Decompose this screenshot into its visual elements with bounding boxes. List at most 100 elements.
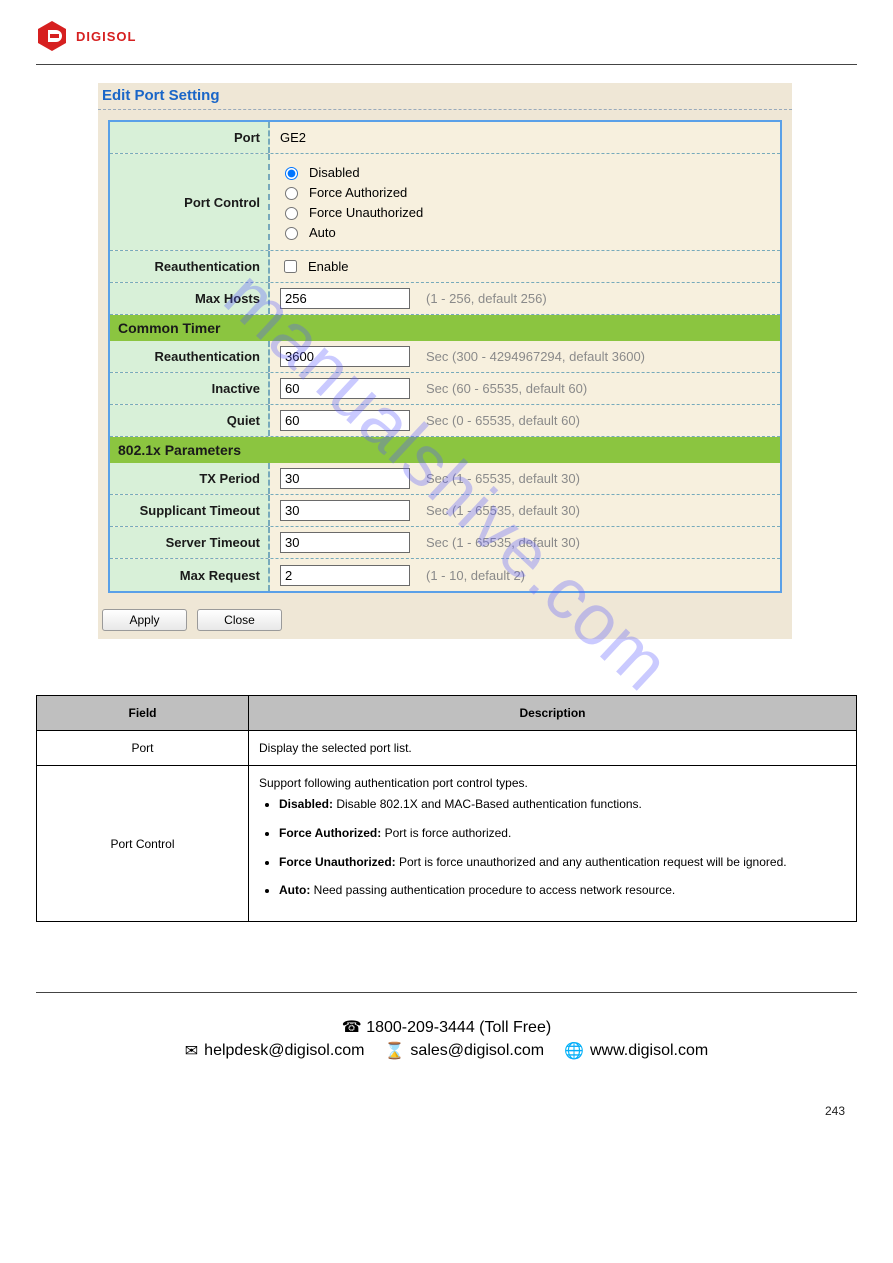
row-ct-reauth: Reauthentication Sec (300 - 4294967294, … bbox=[110, 341, 780, 373]
hint-ct-inactive: Sec (60 - 65535, default 60) bbox=[418, 381, 587, 396]
input-tx-period[interactable] bbox=[280, 468, 410, 489]
apply-button[interactable]: Apply bbox=[102, 609, 187, 631]
row-ct-inactive: Inactive Sec (60 - 65535, default 60) bbox=[110, 373, 780, 405]
radio-force-unauth-label: Force Unauthorized bbox=[309, 205, 423, 220]
row-port: Port GE2 bbox=[110, 122, 780, 154]
logo-hexagon-icon bbox=[36, 20, 68, 52]
header-divider bbox=[36, 64, 857, 65]
input-server-timeout[interactable] bbox=[280, 532, 410, 553]
brand-text: DIGISOL bbox=[76, 29, 136, 44]
label-port: Port bbox=[110, 122, 270, 153]
row-ct-quiet: Quiet Sec (0 - 65535, default 60) bbox=[110, 405, 780, 437]
label-ct-quiet: Quiet bbox=[110, 405, 270, 436]
checkbox-reauth-label: Enable bbox=[308, 259, 348, 274]
port-control-intro: Support following authentication port co… bbox=[259, 776, 528, 790]
row-supp-timeout: Supplicant Timeout Sec (1 - 65535, defau… bbox=[110, 495, 780, 527]
label-max-hosts: Max Hosts bbox=[110, 283, 270, 314]
description-table: Field Description Port Display the selec… bbox=[36, 695, 857, 922]
radio-disabled[interactable]: Disabled bbox=[280, 164, 423, 180]
page-number: 243 bbox=[825, 1104, 845, 1118]
label-reauthentication: Reauthentication bbox=[110, 251, 270, 282]
hint-server-timeout: Sec (1 - 65535, default 30) bbox=[418, 535, 580, 550]
panel-title: Edit Port Setting bbox=[98, 83, 792, 110]
mail-icon: ✉ bbox=[185, 1041, 198, 1061]
cell-port-desc: Display the selected port list. bbox=[249, 731, 857, 766]
row-max-request: Max Request (1 - 10, default 2) bbox=[110, 559, 780, 591]
value-port: GE2 bbox=[270, 126, 780, 149]
row-max-hosts: Max Hosts (1 - 256, default 256) bbox=[110, 283, 780, 315]
bullet-text: Need passing authentication procedure to… bbox=[310, 883, 675, 897]
cell-port-control-desc: Support following authentication port co… bbox=[249, 766, 857, 922]
th-field: Field bbox=[37, 696, 249, 731]
bullet-text: Port is force authorized. bbox=[381, 826, 511, 840]
radio-force-authorized[interactable]: Force Authorized bbox=[280, 184, 423, 200]
edit-port-setting-panel: Edit Port Setting Port GE2 Port Control … bbox=[98, 83, 792, 639]
footer-phone: 1800-209-3444 (Toll Free) bbox=[366, 1019, 551, 1036]
radio-auto-label: Auto bbox=[309, 225, 336, 240]
hint-supp-timeout: Sec (1 - 65535, default 30) bbox=[418, 503, 580, 518]
label-port-control: Port Control bbox=[110, 154, 270, 250]
table-header-row: Field Description bbox=[37, 696, 857, 731]
input-max-request[interactable] bbox=[280, 565, 410, 586]
port-control-bullets: Disabled: Disable 802.1X and MAC-Based a… bbox=[259, 796, 846, 899]
bullet-bold: Force Authorized: bbox=[279, 826, 381, 840]
phone-icon: ☎ bbox=[342, 1019, 362, 1036]
row-tx-period: TX Period Sec (1 - 65535, default 30) bbox=[110, 463, 780, 495]
hint-ct-reauth: Sec (300 - 4294967294, default 3600) bbox=[418, 349, 645, 364]
radio-auto[interactable]: Auto bbox=[280, 224, 423, 240]
bullet-bold: Auto: bbox=[279, 883, 310, 897]
footer-sales-text: sales@digisol.com bbox=[410, 1042, 544, 1060]
input-ct-quiet[interactable] bbox=[280, 410, 410, 431]
checkbox-reauth-enable[interactable] bbox=[284, 260, 297, 273]
button-row: Apply Close bbox=[98, 601, 792, 639]
form-box: Port GE2 Port Control Disabled Force Aut… bbox=[108, 120, 782, 593]
close-button[interactable]: Close bbox=[197, 609, 282, 631]
bullet-bold: Force Unauthorized: bbox=[279, 855, 396, 869]
input-supp-timeout[interactable] bbox=[280, 500, 410, 521]
footer-sales: ⌛ sales@digisol.com bbox=[385, 1041, 545, 1061]
hint-max-request: (1 - 10, default 2) bbox=[418, 568, 525, 583]
hint-tx-period: Sec (1 - 65535, default 30) bbox=[418, 471, 580, 486]
section-common-timer: Common Timer bbox=[110, 315, 780, 341]
label-max-request: Max Request bbox=[110, 559, 270, 591]
list-item: Disabled: Disable 802.1X and MAC-Based a… bbox=[279, 796, 846, 813]
header-logo: DIGISOL bbox=[36, 20, 857, 52]
radio-disabled-input[interactable] bbox=[285, 167, 298, 180]
bullet-text: Port is force unauthorized and any authe… bbox=[396, 855, 787, 869]
radio-force-auth-input[interactable] bbox=[285, 187, 298, 200]
list-item: Auto: Need passing authentication proced… bbox=[279, 882, 846, 899]
list-item: Force Authorized: Port is force authoriz… bbox=[279, 825, 846, 842]
radio-force-unauth-input[interactable] bbox=[285, 207, 298, 220]
list-item: Force Unauthorized: Port is force unauth… bbox=[279, 854, 846, 871]
label-server-timeout: Server Timeout bbox=[110, 527, 270, 558]
footer-helpdesk: ✉ helpdesk@digisol.com bbox=[185, 1041, 365, 1061]
section-8021x: 802.1x Parameters bbox=[110, 437, 780, 463]
table-row: Port Control Support following authentic… bbox=[37, 766, 857, 922]
label-tx-period: TX Period bbox=[110, 463, 270, 494]
bullet-bold: Disabled: bbox=[279, 797, 333, 811]
bullet-text: Disable 802.1X and MAC-Based authenticat… bbox=[333, 797, 642, 811]
page-footer: ☎ 1800-209-3444 (Toll Free) ✉ helpdesk@d… bbox=[36, 992, 857, 1061]
th-description: Description bbox=[249, 696, 857, 731]
footer-web: 🌐 www.digisol.com bbox=[564, 1041, 708, 1061]
hourglass-icon: ⌛ bbox=[385, 1041, 405, 1061]
radio-force-unauthorized[interactable]: Force Unauthorized bbox=[280, 204, 423, 220]
cell-port-control-field: Port Control bbox=[37, 766, 249, 922]
label-ct-reauth: Reauthentication bbox=[110, 341, 270, 372]
input-ct-inactive[interactable] bbox=[280, 378, 410, 399]
radio-auto-input[interactable] bbox=[285, 227, 298, 240]
globe-icon: 🌐 bbox=[564, 1041, 584, 1061]
hint-ct-quiet: Sec (0 - 65535, default 60) bbox=[418, 413, 580, 428]
label-ct-inactive: Inactive bbox=[110, 373, 270, 404]
label-supp-timeout: Supplicant Timeout bbox=[110, 495, 270, 526]
row-reauthentication: Reauthentication Enable bbox=[110, 251, 780, 283]
cell-port-field: Port bbox=[37, 731, 249, 766]
footer-web-text: www.digisol.com bbox=[590, 1042, 708, 1060]
footer-phone-row: ☎ 1800-209-3444 (Toll Free) bbox=[36, 1017, 857, 1037]
input-max-hosts[interactable] bbox=[280, 288, 410, 309]
hint-max-hosts: (1 - 256, default 256) bbox=[418, 291, 547, 306]
footer-helpdesk-text: helpdesk@digisol.com bbox=[204, 1042, 364, 1060]
input-ct-reauth[interactable] bbox=[280, 346, 410, 367]
radio-disabled-label: Disabled bbox=[309, 165, 360, 180]
row-server-timeout: Server Timeout Sec (1 - 65535, default 3… bbox=[110, 527, 780, 559]
